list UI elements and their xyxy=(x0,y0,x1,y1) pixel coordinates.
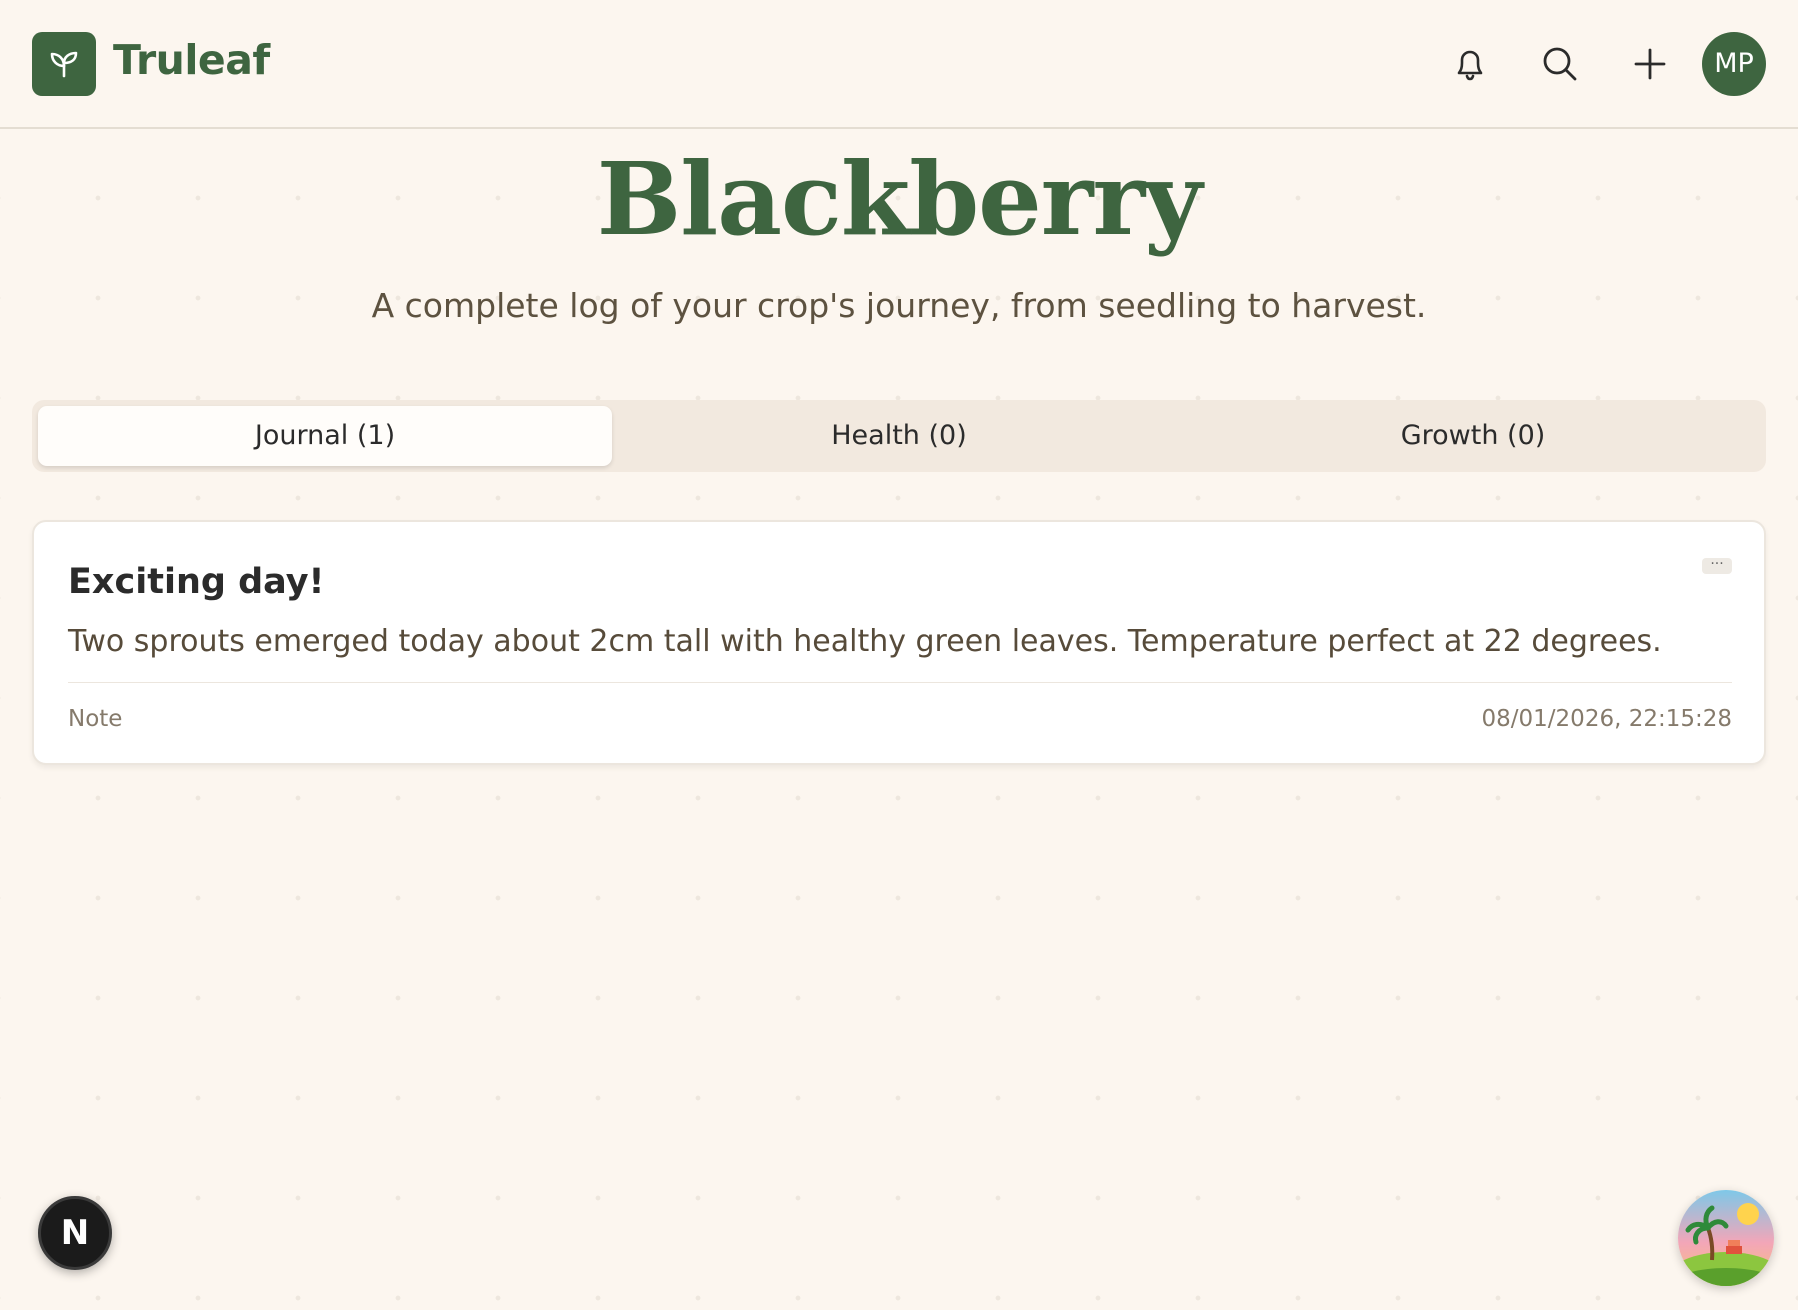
search-icon[interactable] xyxy=(1538,42,1582,86)
entry-body: Two sprouts emerged today about 2cm tall… xyxy=(68,624,1662,659)
bell-icon[interactable] xyxy=(1448,42,1492,86)
entry-timestamp: 08/01/2026, 22:15:28 xyxy=(1481,706,1732,732)
more-options-icon[interactable]: ··· xyxy=(1702,557,1732,574)
tab-health[interactable]: Health (0) xyxy=(612,406,1186,466)
page-title: Blackberry xyxy=(596,140,1203,258)
tab-growth[interactable]: Growth (0) xyxy=(1186,406,1760,466)
divider xyxy=(68,682,1732,683)
dev-tools-badge[interactable]: N xyxy=(38,1196,112,1270)
island-icon[interactable] xyxy=(1678,1190,1774,1286)
journal-entry-card[interactable]: Exciting day! ··· Two sprouts emerged to… xyxy=(32,520,1766,765)
plus-icon[interactable] xyxy=(1628,42,1672,86)
app-name[interactable]: Truleaf xyxy=(113,36,270,84)
entry-type: Note xyxy=(68,706,123,732)
top-bar: Truleaf MP xyxy=(0,0,1798,129)
tab-bar: Journal (1) Health (0) Growth (0) xyxy=(32,400,1766,472)
tab-journal[interactable]: Journal (1) xyxy=(38,406,612,466)
page-subtitle: A complete log of your crop's journey, f… xyxy=(371,286,1427,325)
sprout-icon[interactable] xyxy=(32,32,96,96)
avatar[interactable]: MP xyxy=(1702,32,1766,96)
entry-title: Exciting day! xyxy=(68,562,325,602)
